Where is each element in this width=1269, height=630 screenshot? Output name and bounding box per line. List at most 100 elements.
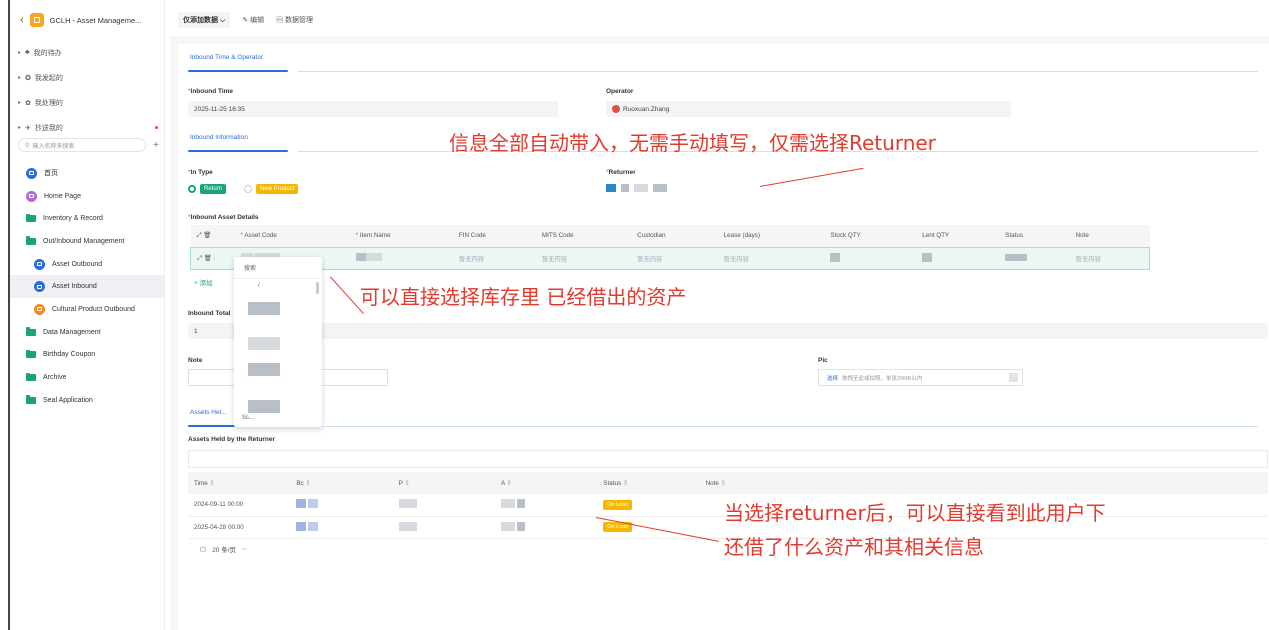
- redacted-block: [653, 184, 667, 192]
- sidebar-item[interactable]: Archive: [10, 366, 165, 389]
- table-cell: [916, 247, 999, 269]
- column-header[interactable]: Status ⇕: [597, 472, 699, 494]
- inbound-time-label: *Inbound Time: [188, 88, 234, 95]
- column-header: FIN Code: [458, 232, 486, 240]
- dropdown-option[interactable]: [248, 400, 280, 413]
- table-cell: [999, 247, 1069, 269]
- chevron-down-icon[interactable]: ⌵: [242, 545, 247, 553]
- pic-label: Pic: [818, 357, 828, 364]
- sidebar-item[interactable]: Seal Application: [10, 389, 165, 412]
- sidebar-menu: 首页 Home Page Inventory & Record Out/Inbound…: [10, 162, 165, 412]
- sidebar-item-label: Cultural Product Outbound: [52, 305, 135, 313]
- nav-item[interactable]: ▸ ✈ 抄送我的: [18, 115, 158, 140]
- column-header: Status: [1005, 232, 1023, 240]
- add-row-button[interactable]: + 添加: [194, 277, 213, 287]
- nav-item[interactable]: ▸ ✪ 我发起的: [18, 65, 158, 90]
- in-type-label: *In Type: [188, 169, 213, 176]
- table-cell: [495, 494, 597, 516]
- details-table: ⤢ 🗑 * Asset Code * Item Name FIN Code MITS C…: [190, 225, 1150, 270]
- inbound-time-field[interactable]: 2025-11-25 16:35: [188, 101, 558, 117]
- held-label: Assets Held by the Returner: [188, 436, 276, 443]
- drag-delete-icons: ⤢ 🗑: [196, 232, 212, 240]
- nav-item-label: 我的待办: [33, 49, 62, 57]
- returner-select[interactable]: [606, 184, 667, 192]
- radio-new-product[interactable]: [244, 185, 253, 193]
- sidebar-item-label: Seal Application: [43, 396, 93, 404]
- tab-inbound-information[interactable]: Inbound Information: [178, 134, 298, 152]
- table-cell: [290, 516, 392, 538]
- row-actions[interactable]: ⤢ 🗑 ⋮: [191, 247, 235, 269]
- app-header: ‹ GCLH - Asset Manageme...: [20, 10, 141, 30]
- radio-return[interactable]: [188, 185, 196, 193]
- column-header: Stock QTY: [830, 232, 861, 240]
- table-cell: 暂无内容: [723, 255, 749, 263]
- status-badge: On Loan: [603, 499, 633, 510]
- time-cell: 2025-04-28 00:00: [194, 523, 244, 531]
- column-header[interactable]: A ⇕: [495, 472, 597, 494]
- sidebar-item-label: Inventory & Record: [43, 215, 103, 223]
- in-type-radio-group[interactable]: Return New Product: [188, 184, 299, 194]
- back-chevron-icon[interactable]: ‹: [20, 14, 24, 26]
- caret-right-icon: ▸: [18, 125, 22, 131]
- table-row[interactable]: ⤢ 🗑 ⋮ 暂无内容 暂无内容 暂无内容 暂无内容 暂无内容: [190, 247, 1150, 269]
- table-cell: 暂无内容: [1075, 255, 1101, 263]
- dropdown-scrollbar[interactable]: [316, 282, 319, 294]
- sidebar-item[interactable]: Data Management: [10, 321, 165, 344]
- search-icon: ⚲: [25, 142, 30, 149]
- dropdown-option[interactable]: [248, 363, 280, 376]
- camera-icon[interactable]: [1009, 373, 1018, 382]
- annotation-returner-assets-line2: 还借了什么资产和其相关信息: [724, 535, 984, 559]
- search-input[interactable]: ⚲ 输入名称来搜索: [18, 138, 146, 152]
- sidebar-item[interactable]: Asset Outbound: [10, 253, 165, 276]
- pic-upload[interactable]: 选择 拖拽至此或拍照，单张20MB以内: [818, 369, 1023, 386]
- pic-hint: 拖拽至此或拍照，单张20MB以内: [842, 375, 923, 382]
- column-header[interactable]: Time ⇕: [188, 472, 290, 494]
- table-cell: [290, 494, 392, 516]
- sidebar: ‹ GCLH - Asset Manageme... ▸ ♣ 我的待办 ▸ ✪ 我发起的 ▸…: [10, 0, 165, 630]
- held-filter-bar: [188, 450, 1268, 468]
- column-header[interactable]: P ⇕: [393, 472, 495, 494]
- handle-icon: ✿: [25, 99, 31, 107]
- sidebar-item[interactable]: Inventory & Record: [10, 207, 165, 230]
- app-title: GCLH - Asset Manageme...: [49, 15, 142, 25]
- view-selector[interactable]: 仅添加数据 ⌵: [178, 12, 231, 28]
- pic-select-button[interactable]: 选择: [827, 374, 838, 382]
- sidebar-item[interactable]: Cultural Product Outbound: [10, 298, 165, 321]
- table-cell: 暂无内容: [541, 255, 568, 263]
- dropdown-search[interactable]: 搜索: [234, 257, 322, 279]
- note-label: Note: [188, 357, 203, 364]
- app-icon: [34, 281, 45, 293]
- dropdown-option[interactable]: [248, 302, 280, 315]
- sidebar-item[interactable]: Asset Inbound: [10, 275, 165, 299]
- edit-button[interactable]: ✎ 编辑: [242, 15, 264, 25]
- operator-label: Operator: [606, 88, 634, 95]
- tab-assets-held[interactable]: Assets Hel...: [178, 409, 308, 427]
- sidebar-item[interactable]: Birthday Coupon: [10, 344, 165, 367]
- sidebar-item[interactable]: Out/Inbound Management: [10, 230, 165, 253]
- unread-dot: [155, 126, 158, 129]
- table-cell: 暂无内容: [637, 255, 663, 263]
- dropdown-option[interactable]: [248, 337, 280, 350]
- page-size-select[interactable]: 20 条/页: [212, 544, 236, 554]
- nav-item[interactable]: ▸ ✿ 我处理的: [18, 90, 158, 115]
- dropdown-option[interactable]: /: [234, 279, 322, 293]
- details-header-row: ⤢ 🗑 * Asset Code * Item Name FIN Code MITS C…: [190, 225, 1150, 247]
- inbound-total-field[interactable]: 1: [188, 323, 1268, 339]
- column-header[interactable]: Bc ⇕: [290, 472, 392, 494]
- operator-field[interactable]: Ruoxuan.Zhang: [606, 101, 1011, 117]
- tab-time-operator[interactable]: Inbound Time & Operator: [178, 54, 298, 72]
- gear-icon: ✪: [25, 74, 31, 82]
- annotation-returner-assets-line1: 当选择returner后，可以直接看到此用户下: [724, 501, 1106, 525]
- sidebar-item[interactable]: 首页: [10, 162, 165, 185]
- folder-icon: [26, 213, 36, 223]
- folder-icon: [26, 395, 36, 404]
- column-header[interactable]: Note ⇕: [700, 472, 1268, 494]
- add-icon[interactable]: +: [149, 138, 163, 152]
- avatar: [612, 105, 620, 113]
- column-header: MITS Code: [541, 232, 574, 240]
- sidebar-item[interactable]: Home Page: [10, 185, 165, 208]
- sidebar-item-label: Birthday Coupon: [43, 351, 96, 359]
- data-manage-button[interactable]: ▤ 数据管理: [276, 15, 313, 25]
- nav-item[interactable]: ▸ ♣ 我的待办: [18, 40, 158, 65]
- redacted-block: [634, 184, 648, 192]
